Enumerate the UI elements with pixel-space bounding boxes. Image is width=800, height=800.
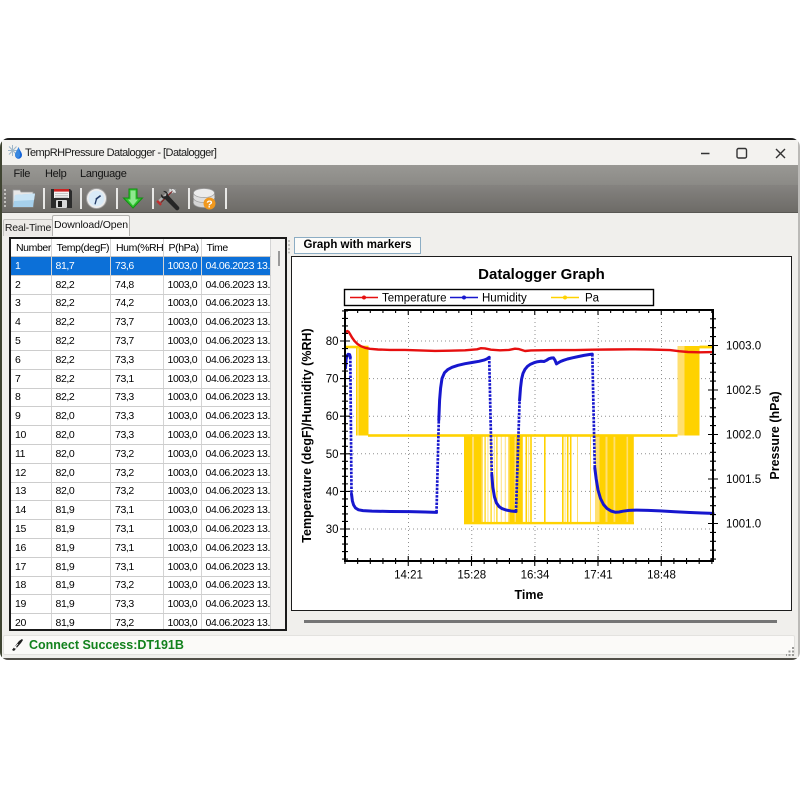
svg-text:Datalogger Graph: Datalogger Graph (478, 266, 605, 283)
svg-text:Pressure (hPa): Pressure (hPa) (768, 391, 782, 479)
svg-text:40: 40 (326, 486, 339, 498)
svg-text:16:34: 16:34 (521, 570, 550, 582)
svg-text:Humidity: Humidity (482, 293, 527, 305)
svg-text:60: 60 (326, 411, 339, 423)
svg-text:Temperature: Temperature (382, 293, 447, 305)
svg-text:18:48: 18:48 (647, 570, 676, 582)
svg-text:50: 50 (326, 449, 339, 461)
svg-text:1002.5: 1002.5 (726, 385, 761, 397)
svg-text:?: ? (206, 199, 212, 211)
svg-text:Time: Time (515, 588, 544, 602)
svg-text:1001.0: 1001.0 (726, 519, 761, 531)
svg-text:1001.5: 1001.5 (726, 474, 761, 486)
svg-text:Pa: Pa (585, 293, 600, 305)
svg-text:14:21: 14:21 (394, 570, 423, 582)
svg-text:30: 30 (326, 524, 339, 536)
svg-text:1003.0: 1003.0 (726, 341, 761, 353)
svg-text:80: 80 (326, 336, 339, 348)
svg-text:70: 70 (326, 374, 339, 386)
svg-text:Temperature (degF)/Humidity (%: Temperature (degF)/Humidity (%RH) (300, 328, 314, 542)
svg-text:17:41: 17:41 (584, 570, 613, 582)
svg-text:1002.0: 1002.0 (726, 430, 761, 442)
svg-text:15:28: 15:28 (457, 570, 486, 582)
